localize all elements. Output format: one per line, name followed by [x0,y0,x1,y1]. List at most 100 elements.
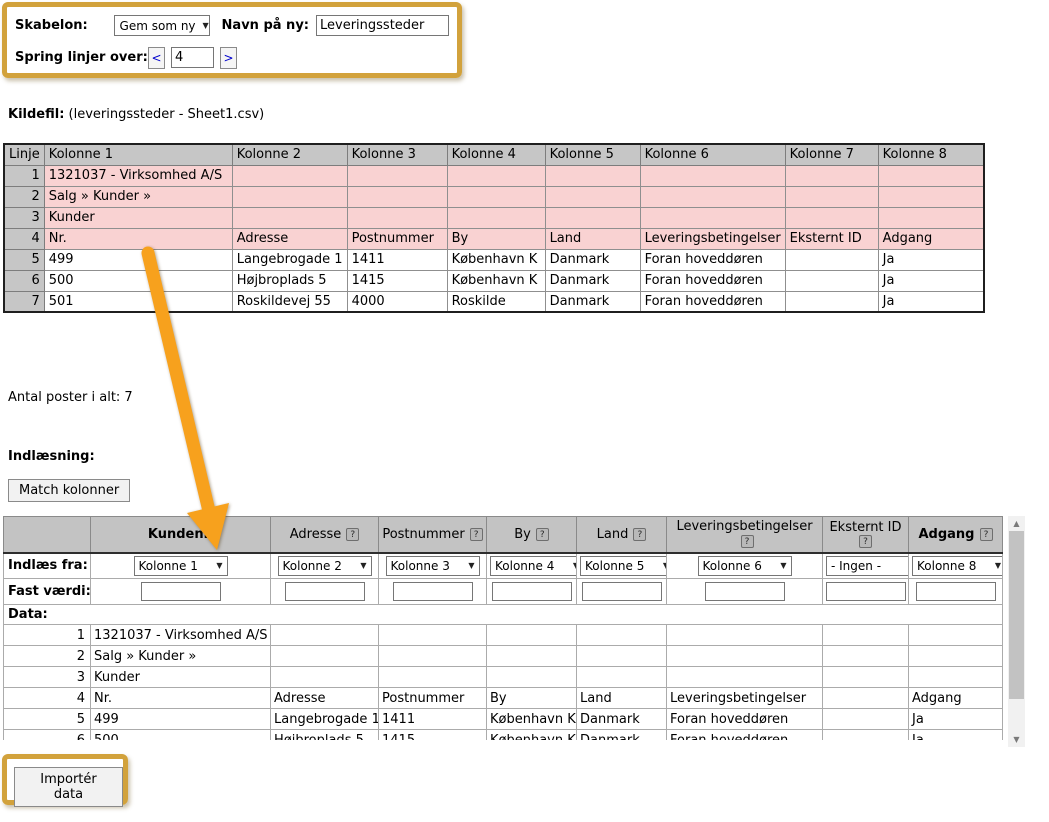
mapping-col-title: Adgang [918,527,974,542]
source-col-header: Kolonne 6 [640,144,785,165]
importer-data-button[interactable]: Importér data [14,767,123,807]
scrollbar-down-icon[interactable]: ▼ [1008,732,1025,747]
source-cell [785,186,878,207]
skip-lines-increment-button[interactable]: > [220,47,237,69]
fast-vaerdi-input[interactable] [285,582,365,601]
mapping-data-cell: Nr. [91,688,271,709]
column-mapping-select-value: Kolonne 2 [283,559,342,573]
data-section-label: Data: [4,605,1003,625]
chevron-down-icon: ▼ [216,561,222,570]
help-icon[interactable]: ? [633,528,646,541]
source-cell [785,291,878,312]
vertical-scrollbar[interactable]: ▲ ▼ [1008,516,1025,747]
source-cell: By [447,228,545,249]
source-cell [640,165,785,186]
mapping-data-cell [823,709,909,730]
mapping-data-cell: Højbroplads 5 [271,730,379,741]
mapping-data-cell [667,667,823,688]
column-mapping-select[interactable]: Kolonne 6▼ [698,556,792,576]
source-cell [785,270,878,291]
source-cell [347,165,447,186]
mapping-data-cell: 1415 [379,730,487,741]
mapping-data-cell [577,646,667,667]
fast-vaerdi-input[interactable] [916,582,996,601]
mapping-col-header: Kundenr. [91,517,271,553]
mapping-data-cell [379,646,487,667]
mapping-col-title: Leveringsbetingelser [676,519,812,534]
source-col-header: Kolonne 4 [447,144,545,165]
source-line-number: 6 [4,270,44,291]
skip-lines-decrement-button[interactable]: < [148,47,165,69]
source-line-number: 3 [4,207,44,228]
column-mapping-select[interactable]: Kolonne 4▼ [490,556,577,576]
mapping-scroll-area[interactable]: Kundenr.Adresse?Postnummer?By?Land?Lever… [3,516,1003,740]
source-table-row: 6500Højbroplads 51415København KDanmarkF… [4,270,984,291]
mapping-col-title: Postnummer [382,527,464,542]
mapping-row-number: 1 [4,625,91,646]
source-line-number: 5 [4,249,44,270]
fast-vaerdi-input[interactable] [393,582,473,601]
mapping-select-cell: Kolonne 6▼ [667,553,823,579]
fast-vaerdi-input[interactable] [582,582,662,601]
mapping-row-number: 2 [4,646,91,667]
source-col-header: Kolonne 8 [878,144,984,165]
mapping-data-cell: 1411 [379,709,487,730]
column-mapping-select[interactable]: Kolonne 1 ▼ [134,556,228,576]
mapping-data-cell [271,667,379,688]
mapping-table-header-row: Kundenr.Adresse?Postnummer?By?Land?Lever… [4,517,1003,553]
skip-lines-input[interactable] [171,47,214,68]
help-icon[interactable]: ? [741,535,754,548]
scrollbar-thumb[interactable] [1009,531,1024,699]
mapping-data-cell [487,667,577,688]
column-mapping-select-value: Kolonne 1 [139,559,198,573]
source-cell [545,186,640,207]
mapping-data-cell: Danmark [577,730,667,741]
mapping-row-number: 6 [4,730,91,741]
fast-vaerdi-cell [271,579,379,605]
column-mapping-select[interactable]: Kolonne 3▼ [386,556,480,576]
mapping-data-cell: 499 [91,709,271,730]
help-icon[interactable]: ? [536,528,549,541]
source-table-row: 5499Langebrogade 11411København KDanmark… [4,249,984,270]
source-cell: Ja [878,270,984,291]
fast-vaerdi-input[interactable] [141,582,221,601]
mapping-col-header: By? [487,517,577,553]
column-mapping-select[interactable]: Kolonne 2▼ [278,556,372,576]
fast-vaerdi-input[interactable] [492,582,572,601]
help-icon[interactable]: ? [859,535,872,548]
mapping-row-number: 3 [4,667,91,688]
mapping-data-cell [823,730,909,741]
match-kolonner-button[interactable]: Match kolonner [8,479,130,502]
mapping-data-cell [823,667,909,688]
column-mapping-select-value: Kolonne 6 [703,559,762,573]
fast-vaerdi-cell [487,579,577,605]
mapping-select-cell: - Ingen -▼ [823,553,909,579]
help-icon[interactable]: ? [346,528,359,541]
skabelon-select-value: Gem som ny [120,19,196,33]
mapping-data-cell [823,688,909,709]
mapping-data-cell: 1321037 - Virksomhed A/S [91,625,271,646]
column-mapping-select[interactable]: - Ingen -▼ [826,556,909,576]
scrollbar-up-icon[interactable]: ▲ [1008,516,1025,531]
mapping-data-cell: Adresse [271,688,379,709]
column-mapping-select[interactable]: Kolonne 8▼ [912,556,1003,576]
source-cell [447,207,545,228]
mapping-data-cell [909,625,1003,646]
navn-paa-ny-input[interactable] [316,15,449,36]
mapping-data-cell: Ja [909,730,1003,741]
column-mapping-select[interactable]: Kolonne 5▼ [580,556,667,576]
mapping-data-cell [667,646,823,667]
skabelon-select[interactable]: Gem som ny ▼ [114,15,210,36]
help-icon[interactable]: ? [470,528,483,541]
mapping-data-row: 3Kunder [4,667,1003,688]
fast-vaerdi-input[interactable] [826,582,906,601]
help-icon[interactable]: ? [980,528,993,541]
mapping-data-cell: Kunder [91,667,271,688]
column-mapping-select-value: Kolonne 4 [495,559,554,573]
fast-vaerdi-input[interactable] [705,582,785,601]
mapping-data-cell [577,667,667,688]
fast-vaerdi-row: Fast værdi: [4,579,1003,605]
mapping-data-cell [667,625,823,646]
mapping-data-cell: Foran hoveddøren [667,709,823,730]
mapping-data-cell [379,667,487,688]
